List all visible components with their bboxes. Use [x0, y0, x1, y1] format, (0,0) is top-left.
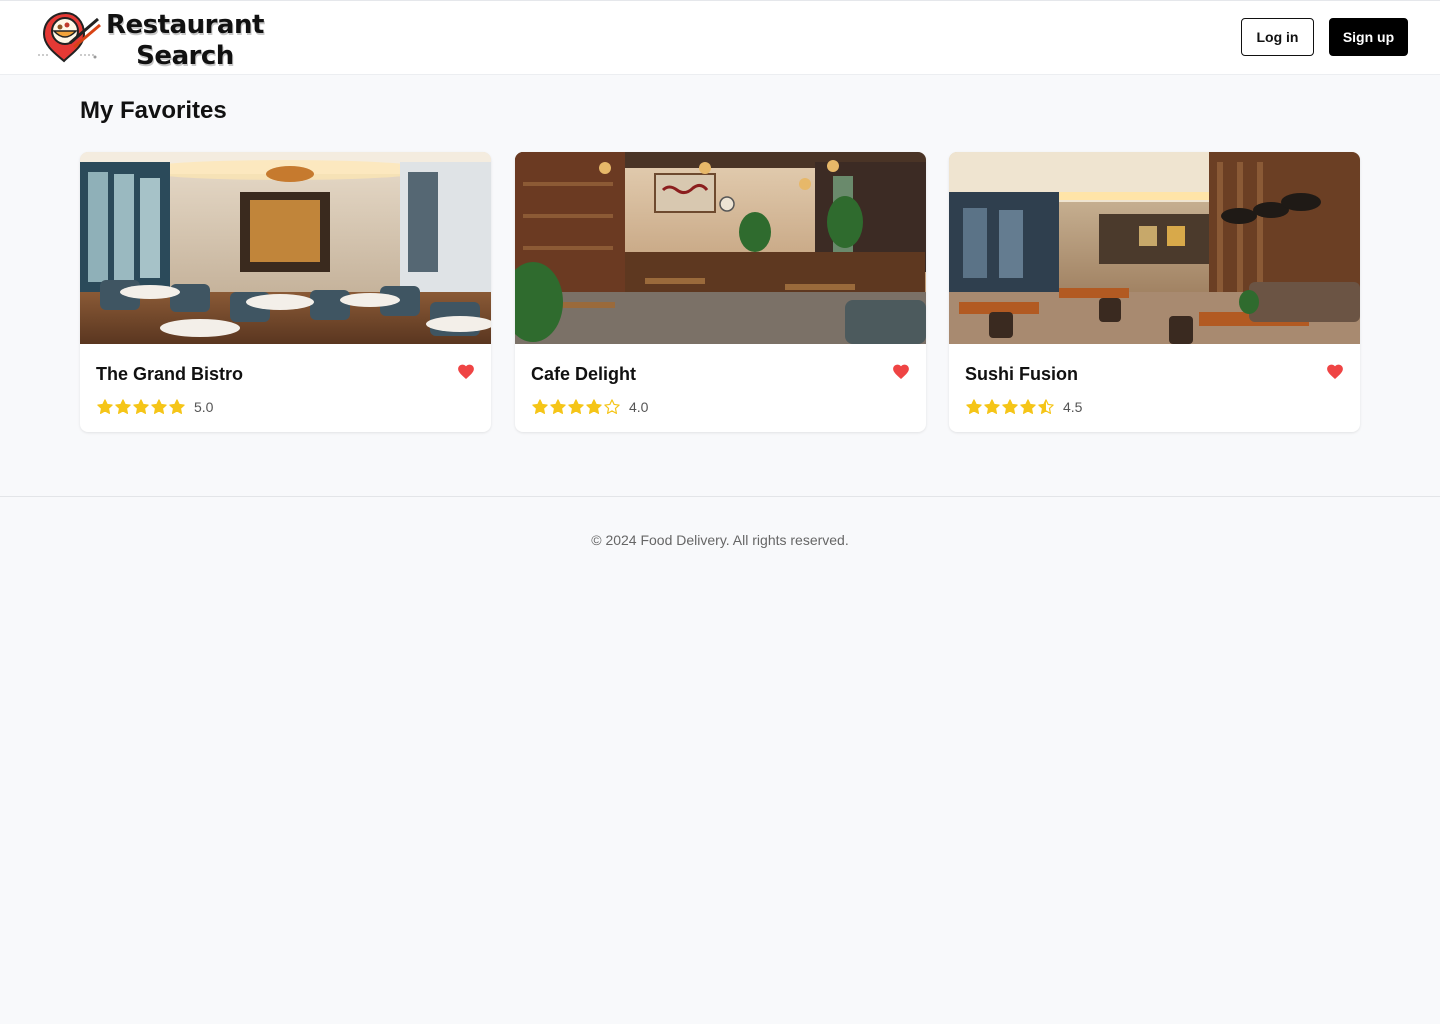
favorites-grid: The Grand Bistro 5.0 Cafe Delight 4.0 Su… [80, 152, 1360, 432]
page-title: My Favorites [80, 97, 227, 124]
restaurant-name[interactable]: Cafe Delight [531, 364, 636, 385]
restaurant-card[interactable]: Sushi Fusion 4.5 [949, 152, 1360, 432]
signup-button[interactable]: Sign up [1329, 18, 1408, 56]
heart-icon[interactable] [892, 363, 910, 380]
logo[interactable]: Restaurant Search [36, 9, 264, 71]
rating: 5.0 [96, 398, 213, 416]
logo-line-1: Restaurant [106, 10, 264, 40]
star-rating [96, 398, 186, 416]
restaurant-photo[interactable] [515, 152, 926, 344]
rating: 4.5 [965, 398, 1082, 416]
star-rating [531, 398, 621, 416]
logo-line-2: Search [136, 41, 234, 71]
star-icon-full [984, 399, 1000, 414]
star-icon-full [133, 399, 149, 414]
restaurant-photo[interactable] [80, 152, 491, 344]
heart-icon[interactable] [457, 363, 475, 380]
star-icon-full [568, 399, 584, 414]
chopsticks-bowl-pin-icon [38, 11, 101, 63]
star-icon-empty [604, 399, 620, 414]
restaurant-card[interactable]: The Grand Bistro 5.0 [80, 152, 491, 432]
star-icon-full [97, 399, 113, 414]
star-rating [965, 398, 1055, 416]
logo-text: Restaurant Search [106, 10, 264, 72]
restaurant-name[interactable]: The Grand Bistro [96, 364, 243, 385]
star-icon-half [1038, 399, 1054, 414]
rating-value: 5.0 [194, 399, 214, 415]
star-icon-full [1020, 399, 1036, 414]
rating-value: 4.0 [629, 399, 649, 415]
rating-value: 4.5 [1063, 399, 1083, 415]
restaurant-card[interactable]: Cafe Delight 4.0 [515, 152, 926, 432]
copyright-text: © 2024 Food Delivery. All rights reserve… [591, 532, 849, 548]
star-icon-full [532, 399, 548, 414]
star-icon-full [586, 399, 602, 414]
star-icon-full [550, 399, 566, 414]
restaurant-photo[interactable] [949, 152, 1360, 344]
site-footer: © 2024 Food Delivery. All rights reserve… [0, 496, 1440, 584]
star-icon-full [966, 399, 982, 414]
site-header: Restaurant Search Log in Sign up [0, 0, 1440, 75]
rating: 4.0 [531, 398, 648, 416]
star-icon-full [169, 399, 185, 414]
star-icon-full [151, 399, 167, 414]
star-icon-full [1002, 399, 1018, 414]
heart-icon[interactable] [1326, 363, 1344, 380]
star-icon-full [115, 399, 131, 414]
restaurant-name[interactable]: Sushi Fusion [965, 364, 1078, 385]
login-button[interactable]: Log in [1241, 18, 1314, 56]
